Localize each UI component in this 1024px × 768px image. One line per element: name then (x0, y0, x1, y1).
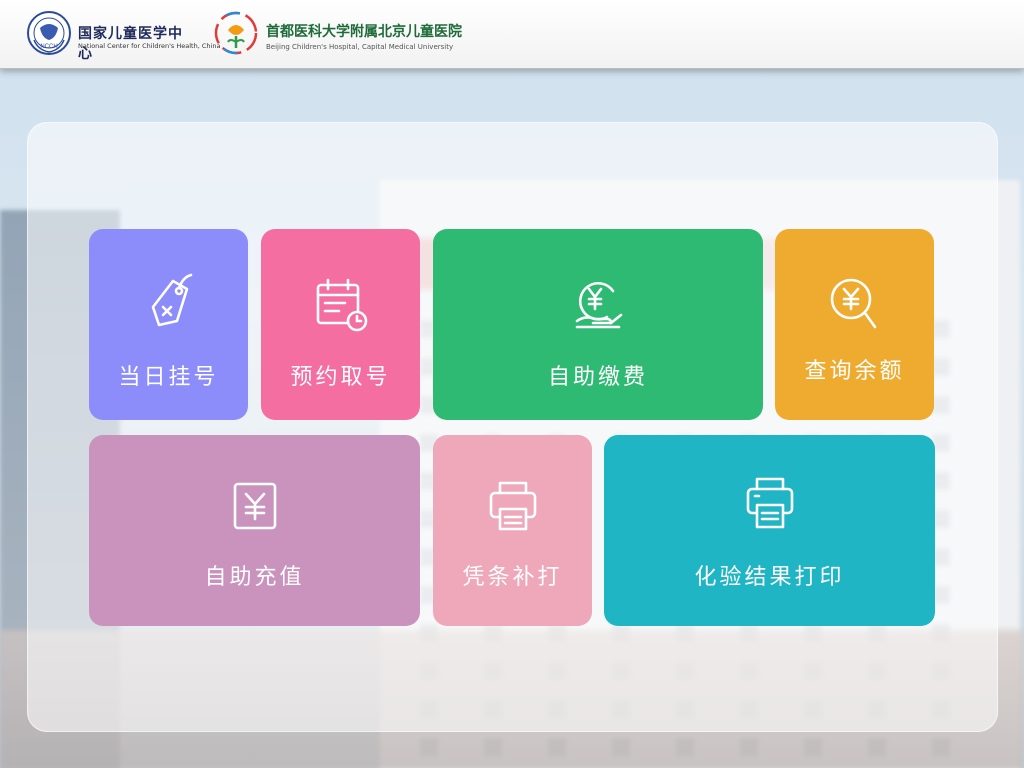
bch-logo: 首都医科大学附属北京儿童医院 Beijing Children's Hospit… (212, 8, 462, 58)
calendar-clock-icon (316, 278, 368, 332)
appointment-ticket-label: 预约取号 (290, 365, 391, 390)
self-service-payment-label: 自助缴费 (547, 365, 648, 390)
receipt-reprint-label: 凭条补打 (462, 565, 563, 590)
main-menu-panel: 当日挂号 预约取号 自助缴费 查询余额 自助充值 凭条补打 化验结果打印 (27, 122, 998, 732)
tag-icon (151, 273, 193, 327)
receipt-reprint-button[interactable]: 凭条补打 (433, 435, 592, 626)
self-service-top-up-label: 自助充值 (204, 565, 305, 590)
appointment-ticket-button[interactable]: 预约取号 (261, 229, 420, 420)
same-day-registration-label: 当日挂号 (118, 365, 219, 390)
lab-result-print-label: 化验结果打印 (694, 565, 845, 590)
ncch-subtitle: National Center for Children's Health, C… (78, 42, 221, 50)
balance-query-button[interactable]: 查询余额 (775, 229, 934, 420)
self-service-top-up-button[interactable]: 自助充值 (89, 435, 420, 626)
header-bar: NCCH 国家儿童医学中心 National Center for Childr… (0, 0, 1024, 69)
yen-hand-icon (575, 281, 623, 329)
printer-icon (489, 481, 537, 531)
lab-result-print-button[interactable]: 化验结果打印 (604, 435, 935, 626)
printer-document-icon (746, 477, 794, 529)
bch-name: 首都医科大学附属北京儿童医院 (266, 24, 462, 40)
ncch-emblem-icon: NCCH (27, 11, 71, 55)
bch-emblem-icon (214, 11, 258, 55)
self-service-payment-button[interactable]: 自助缴费 (433, 229, 763, 420)
bch-subtitle: Beijing Children's Hospital, Capital Med… (266, 43, 454, 51)
yen-search-icon (830, 278, 877, 329)
balance-query-label: 查询余额 (804, 359, 905, 384)
yen-card-icon (233, 482, 277, 530)
svg-text:NCCH: NCCH (40, 44, 57, 50)
ncch-logo: NCCH 国家儿童医学中心 National Center for Childr… (26, 8, 220, 62)
same-day-registration-button[interactable]: 当日挂号 (89, 229, 248, 420)
